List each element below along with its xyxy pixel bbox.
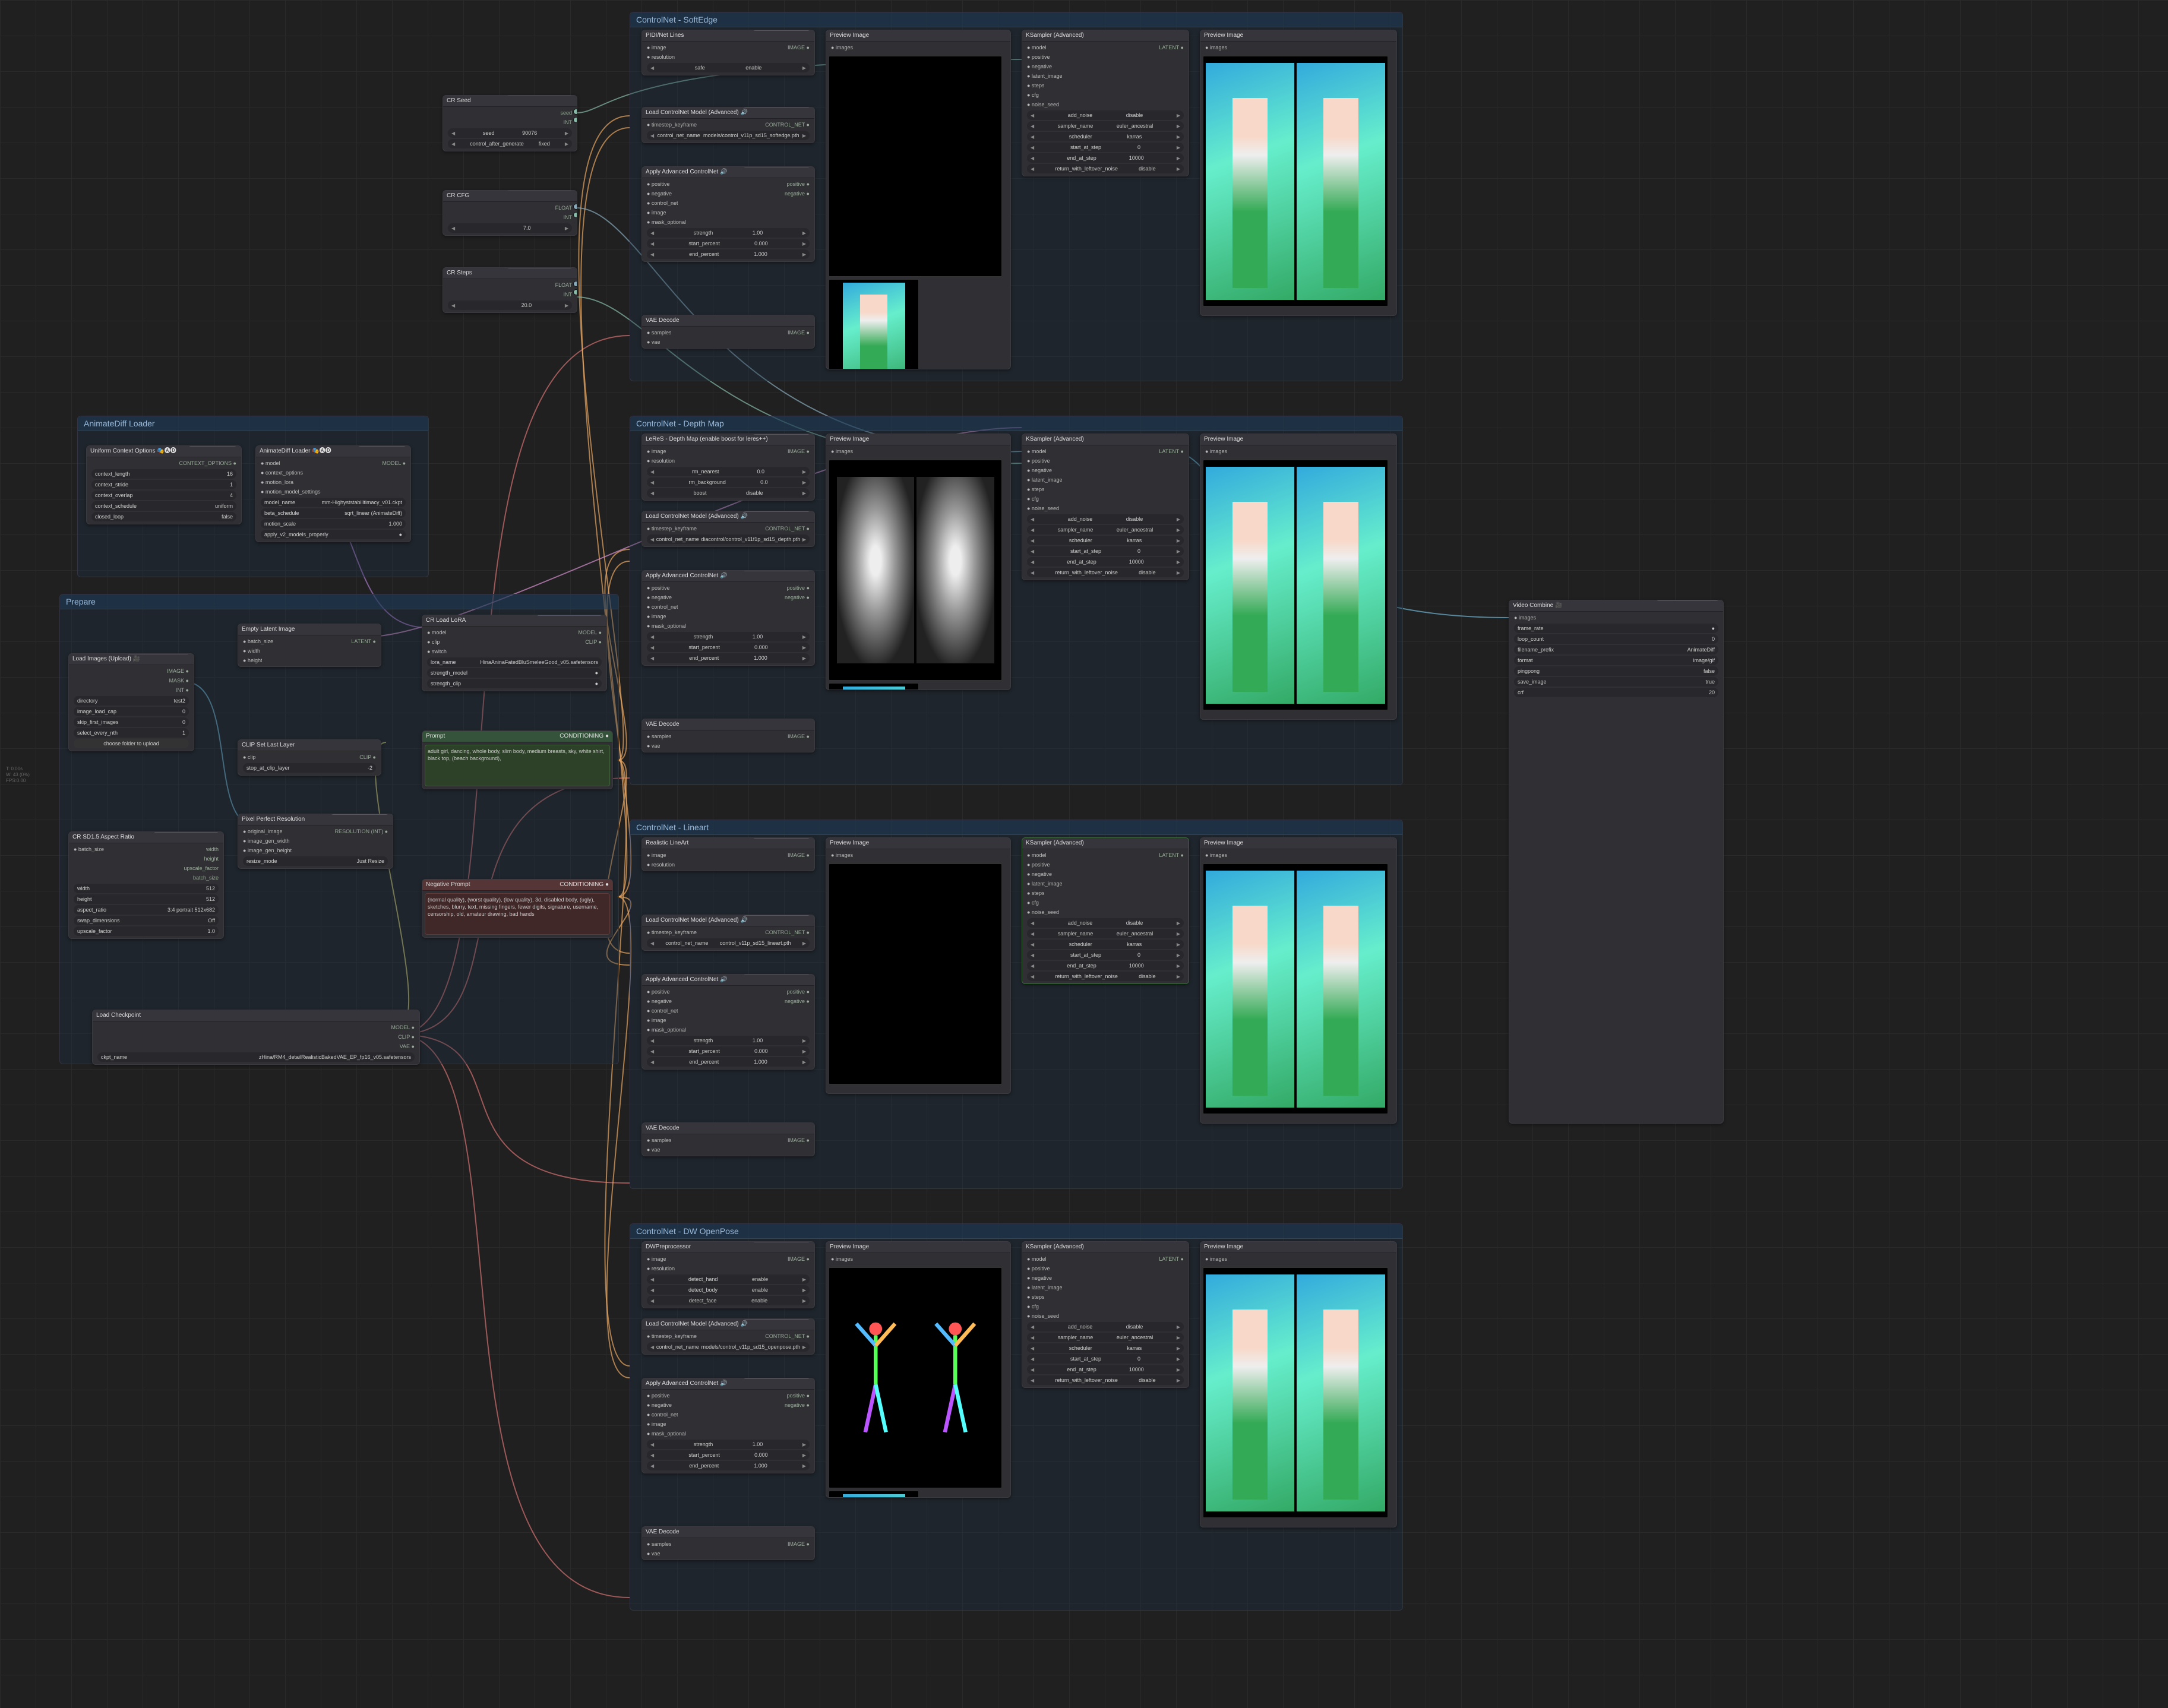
node-preview-out-softedge[interactable]: Preview Image ● images bbox=[1200, 30, 1397, 316]
preview-thumbnail bbox=[1203, 1267, 1388, 1518]
node-preview-pre-depth[interactable]: Preview Image ● images bbox=[826, 434, 1011, 690]
node-negative-prompt[interactable]: Negative PromptCONDITIONING ● (normal qu… bbox=[422, 879, 613, 938]
preview-thumbnail bbox=[829, 56, 1002, 277]
group-header-softedge[interactable]: ControlNet - SoftEdge bbox=[630, 12, 1402, 27]
node-apply-cn-lineart[interactable]: ComfyUI-Advanced-Contro... Apply Advance… bbox=[641, 974, 815, 1070]
node-empty-latent[interactable]: Empty Latent Image ● batch_sizeLATENT ● … bbox=[238, 624, 381, 667]
preview-thumbnail bbox=[829, 683, 919, 690]
choose-folder-button[interactable]: choose folder to upload bbox=[74, 739, 189, 748]
node-vae-decode-lineart[interactable]: VAE Decode ● samplesIMAGE ●● vae bbox=[641, 1122, 815, 1156]
node-ksampler-depth[interactable]: KSampler (Advanced) ● modelLATENT ●● pos… bbox=[1022, 434, 1189, 580]
node-animatediff-loader[interactable]: AnimateDiff Evolved AnimateDiff Loader 🎭… bbox=[255, 445, 411, 542]
node-ksampler-openpose[interactable]: KSampler (Advanced) ● modelLATENT ●● pos… bbox=[1022, 1241, 1189, 1388]
group-header-animate[interactable]: AnimateDiff Loader bbox=[78, 416, 428, 431]
node-cr-cfg[interactable]: ComfyUI_Comfyroll_Custo... CR CFG FLOAT … bbox=[443, 190, 577, 236]
node-vae-decode-depth[interactable]: VAE Decode ● samplesIMAGE ●● vae bbox=[641, 719, 815, 752]
node-preview-pre-openpose[interactable]: Preview Image ● images bbox=[826, 1241, 1011, 1498]
node-load-checkpoint[interactable]: Load Checkpoint MODEL ● CLIP ● VAE ● ckp… bbox=[92, 1010, 420, 1065]
preview-thumbnail bbox=[1203, 56, 1388, 306]
node-aspect-ratio[interactable]: ComfyUI_Comfyroll_Custo... CR SD1.5 Aspe… bbox=[68, 831, 224, 939]
node-load-cn-lineart[interactable]: ComfyUI-Advanced-Contro... Load ControlN… bbox=[641, 915, 815, 951]
node-vae-decode-softedge[interactable]: VAE Decode ● samplesIMAGE ●● vae bbox=[641, 315, 815, 349]
preview-thumbnail bbox=[829, 279, 919, 369]
node-preprocessor-depth[interactable]: comfyui-ControlNet Au... LeReS - Depth M… bbox=[641, 434, 815, 501]
node-preprocessor-openpose[interactable]: comfyui-ControlNet Au... DWPreprocessor●… bbox=[641, 1241, 815, 1308]
node-load-lora[interactable]: ComfyUI_Comfyroll_Custo... CR Load LoRA … bbox=[422, 615, 607, 691]
node-load-cn-depth[interactable]: ComfyUI-Advanced-Contro... Load ControlN… bbox=[641, 511, 815, 547]
node-apply-cn-softedge[interactable]: ComfyUI-Advanced-Contro... Apply Advance… bbox=[641, 166, 815, 262]
node-video-combine[interactable]: ComfyUI-VideoHelperSuite Video Combine 🎥… bbox=[1509, 600, 1724, 1124]
node-apply-cn-openpose[interactable]: ComfyUI-Advanced-Contro... Apply Advance… bbox=[641, 1378, 815, 1473]
node-pixel-perfect[interactable]: comfyui-ControlNet Au... Pixel Perfect R… bbox=[238, 814, 393, 869]
negative-prompt-text[interactable]: (normal quality), (worst quality), (low … bbox=[425, 893, 610, 935]
group-header-lineart[interactable]: ControlNet - Lineart bbox=[630, 820, 1402, 835]
preview-thumbnail bbox=[829, 1267, 1002, 1488]
node-prompt[interactable]: PromptCONDITIONING ● adult girl, dancing… bbox=[422, 730, 613, 789]
preview-thumbnail bbox=[1203, 460, 1388, 710]
preview-thumbnail bbox=[1203, 864, 1388, 1114]
node-cr-steps[interactable]: ComfyUI_Comfyroll_Custo... CR Steps FLOA… bbox=[443, 267, 577, 313]
badge-comfyroll: ComfyUI_Comfyroll_Custo... bbox=[506, 95, 573, 96]
node-ksampler-lineart[interactable]: KSampler (Advanced) ● modelLATENT ●● pos… bbox=[1022, 837, 1189, 984]
node-load-images[interactable]: ComfyUI-VideoHelperSuite Load Images (Up… bbox=[68, 653, 194, 751]
node-cr-seed[interactable]: ComfyUI_Comfyroll_Custo... CR Seed seed … bbox=[443, 95, 577, 151]
node-ksampler-softedge[interactable]: KSampler (Advanced) ● modelLATENT ●● pos… bbox=[1022, 30, 1189, 176]
node-uniform-ctx[interactable]: AnimateDiff Evolved Uniform Context Opti… bbox=[86, 445, 242, 524]
node-clip-last-layer[interactable]: CLIP Set Last Layer ● clipCLIP ● stop_at… bbox=[238, 739, 381, 776]
preview-thumbnail bbox=[829, 864, 1002, 1084]
group-header-prepare[interactable]: Prepare bbox=[60, 594, 618, 609]
node-preprocessor-softedge[interactable]: comfyui-ControlNet Au... PIDI/Net Lines●… bbox=[641, 30, 815, 75]
preview-thumbnail bbox=[829, 460, 1002, 681]
node-apply-cn-depth[interactable]: ComfyUI-Advanced-Contro... Apply Advance… bbox=[641, 570, 815, 666]
node-preview-pre-softedge[interactable]: Preview Image ● images bbox=[826, 30, 1011, 369]
prompt-text[interactable]: adult girl, dancing, whole body, slim bo… bbox=[425, 745, 610, 786]
node-load-cn-openpose[interactable]: ComfyUI-Advanced-Contro... Load ControlN… bbox=[641, 1318, 815, 1355]
node-preview-out-lineart[interactable]: Preview Image ● images bbox=[1200, 837, 1397, 1124]
group-header-openpose[interactable]: ControlNet - DW OpenPose bbox=[630, 1224, 1402, 1239]
node-preprocessor-lineart[interactable]: comfyui-ControlNet Au... Realistic LineA… bbox=[641, 837, 815, 871]
node-load-cn-softedge[interactable]: ComfyUI-Advanced-Contro... Load ControlN… bbox=[641, 107, 815, 143]
preview-thumbnail bbox=[829, 1491, 919, 1498]
node-preview-out-depth[interactable]: Preview Image ● images bbox=[1200, 434, 1397, 720]
port-int-out[interactable] bbox=[573, 117, 577, 123]
node-vae-decode-openpose[interactable]: VAE Decode ● samplesIMAGE ●● vae bbox=[641, 1526, 815, 1560]
port-seed-out[interactable] bbox=[573, 109, 577, 115]
group-header-depth[interactable]: ControlNet - Depth Map bbox=[630, 416, 1402, 431]
node-preview-pre-lineart[interactable]: Preview Image ● images bbox=[826, 837, 1011, 1094]
node-preview-out-openpose[interactable]: Preview Image ● images bbox=[1200, 1241, 1397, 1527]
